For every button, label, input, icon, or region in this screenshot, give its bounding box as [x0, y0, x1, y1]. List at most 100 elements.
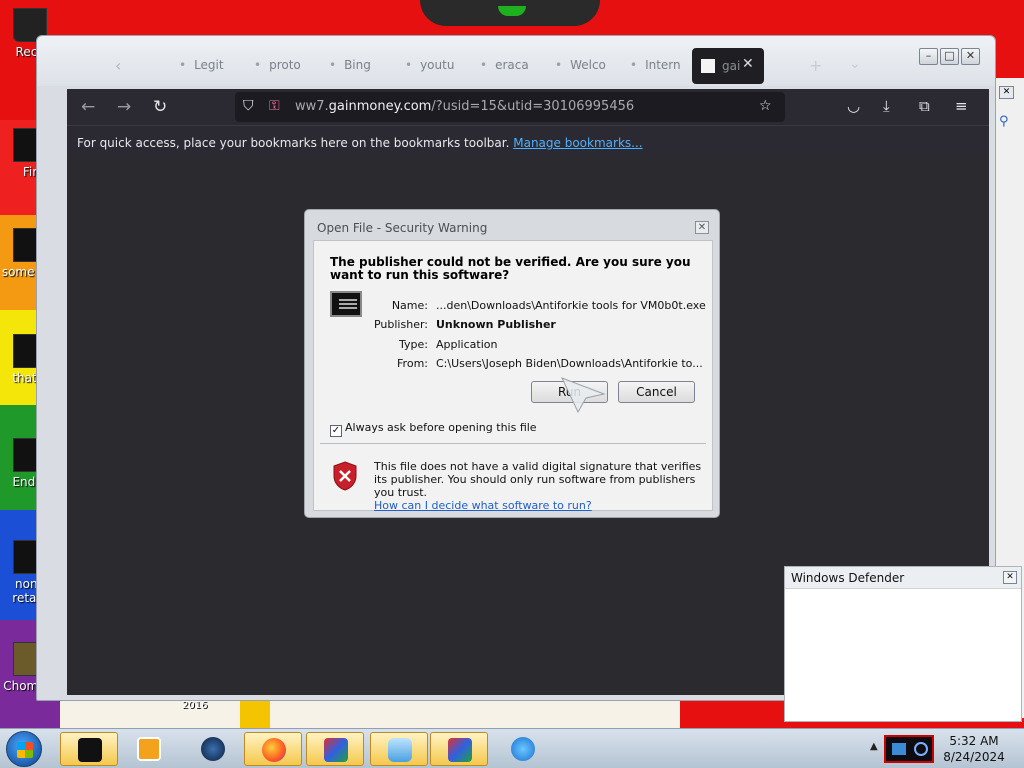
shield-icon[interactable]: ⛉ — [243, 98, 254, 114]
tab-favicon-icon: • — [405, 58, 413, 72]
minimize-button[interactable]: – — [919, 48, 938, 65]
firefox-icon — [262, 738, 286, 762]
tab-3[interactable]: • Bing — [329, 58, 371, 72]
menu-icon[interactable]: ≡ — [955, 97, 968, 115]
url-text: ww7.gainmoney.com/?usid=15&utid=30106995… — [295, 99, 634, 114]
app-icon — [78, 738, 102, 762]
dialog-body: The publisher could not be verified. Are… — [313, 240, 713, 512]
tab-4[interactable]: • youtu — [405, 58, 454, 72]
signature-note: This file does not have a valid digital … — [374, 460, 704, 512]
info-key: From: — [397, 357, 428, 370]
defender-title-bar: Windows Defender ✕ — [785, 567, 1021, 589]
wallpaper-shape — [60, 700, 680, 730]
divider — [320, 443, 706, 444]
back-arrow-icon[interactable]: ← — [81, 97, 95, 117]
download-icon[interactable]: ⤓ — [883, 97, 890, 115]
system-clock[interactable]: 5:32 AM 8/24/2024 — [934, 733, 1014, 765]
info-key: Type: — [399, 338, 428, 351]
network-icon[interactable] — [892, 743, 906, 755]
tab-1[interactable]: • Legit — [179, 58, 224, 72]
taskbar-app-7[interactable] — [430, 732, 488, 766]
tab-label: Bing — [344, 58, 371, 72]
info-value: ...den\Downloads\Antiforkie tools for VM… — [436, 299, 706, 312]
lock-warning-icon[interactable]: ⚿ — [269, 98, 280, 114]
wallpaper-shape — [240, 700, 270, 730]
chevron-down-icon[interactable]: ⌄ — [849, 56, 861, 72]
globe-icon — [201, 737, 225, 761]
tab-label: Welco — [570, 58, 606, 72]
tab-favicon-icon: • — [480, 58, 488, 72]
window-app-icon — [388, 738, 412, 762]
info-value: Unknown Publisher — [436, 318, 556, 331]
page-favicon-icon — [701, 59, 715, 73]
clock-time: 5:32 AM — [949, 734, 999, 748]
show-hidden-icons-icon[interactable]: ▲ — [870, 741, 878, 752]
new-tab-icon[interactable]: + — [809, 56, 822, 75]
checkbox-label: Always ask before opening this file — [345, 421, 537, 434]
always-ask-checkbox[interactable]: ✓ — [330, 425, 342, 437]
tab-favicon-icon: • — [329, 58, 337, 72]
tab-6[interactable]: • Welco — [555, 58, 606, 72]
security-shield-icon — [333, 461, 357, 491]
taskbar-app-3[interactable] — [184, 732, 242, 766]
search-icon[interactable]: ⚲ — [999, 114, 1009, 129]
window-controls: – □ ✕ — [919, 48, 982, 65]
forward-arrow-icon[interactable]: → — [117, 97, 131, 117]
extensions-icon[interactable]: ⧉ — [919, 97, 930, 115]
tab-label: gai — [722, 59, 741, 73]
nav-toolbar: ← → ↻ ⛉ ⚿ ww7.gainmoney.com/?usid=15&uti… — [67, 89, 989, 125]
taskbar-app-firefox[interactable] — [244, 732, 302, 766]
tab-7[interactable]: • Intern — [630, 58, 681, 72]
taskbar-app-2[interactable] — [120, 732, 178, 766]
warning-heading: The publisher could not be verified. Are… — [330, 255, 691, 282]
media-player-icon — [137, 737, 161, 761]
taskbar-app-5[interactable] — [306, 732, 364, 766]
windows-defender-window: Windows Defender ✕ — [784, 566, 1022, 722]
url-prefix: ww7. — [295, 99, 329, 114]
bookmarks-hint: For quick access, place your bookmarks h… — [77, 136, 510, 150]
pocket-icon[interactable]: ◡ — [847, 97, 860, 115]
manage-bookmarks-link[interactable]: Manage bookmarks... — [513, 136, 642, 150]
maximize-button[interactable]: □ — [940, 48, 959, 65]
clock-date: 8/24/2024 — [943, 750, 1005, 764]
tab-label: Intern — [645, 58, 681, 72]
mouse-cursor — [561, 377, 606, 414]
taskbar: ▲ 5:32 AM 8/24/2024 — [0, 728, 1024, 768]
tab-favicon-icon: • — [555, 58, 563, 72]
star-icon[interactable]: ☆ — [759, 98, 772, 114]
cube-icon — [324, 738, 348, 762]
close-icon[interactable]: ✕ — [695, 221, 709, 234]
url-host: gainmoney.com — [328, 99, 432, 114]
tray-icons[interactable] — [884, 735, 934, 763]
dialog-title: Open File - Security Warning — [317, 221, 488, 235]
tab-2[interactable]: • proto — [254, 58, 301, 72]
reload-icon[interactable]: ↻ — [153, 97, 167, 117]
taskbar-app-ie[interactable] — [494, 732, 552, 766]
tab-strip: ‹ • Legit • proto • Bing • youtu • eraca • Wel… — [37, 36, 995, 86]
always-ask-row: ✓ Always ask before opening this file — [330, 421, 537, 437]
taskbar-app-6[interactable] — [370, 732, 428, 766]
bookmarks-toolbar: For quick access, place your bookmarks h… — [67, 125, 989, 157]
tab-label: Legit — [194, 58, 224, 72]
close-icon[interactable]: ✕ — [999, 86, 1014, 99]
close-icon[interactable]: ✕ — [1003, 571, 1017, 584]
info-key: Name: — [391, 299, 428, 312]
defender-title: Windows Defender — [791, 571, 905, 585]
chevron-left-icon[interactable]: ‹ — [115, 56, 121, 75]
security-warning-dialog: Open File - Security Warning ✕ The publi… — [304, 209, 720, 518]
start-button[interactable] — [6, 731, 42, 767]
tab-5[interactable]: • eraca — [480, 58, 529, 72]
taskbar-app-1[interactable] — [60, 732, 118, 766]
defender-tray-icon[interactable] — [914, 742, 928, 756]
help-link[interactable]: How can I decide what software to run? — [374, 499, 704, 512]
tab-active[interactable]: gai ✕ — [692, 48, 764, 84]
tab-favicon-icon: • — [254, 58, 262, 72]
close-window-button[interactable]: ✕ — [961, 48, 980, 65]
tab-label: eraca — [495, 58, 529, 72]
desktop-icon-label: Fir — [22, 165, 38, 179]
cancel-button[interactable]: Cancel — [618, 381, 695, 403]
tab-label: proto — [269, 58, 301, 72]
close-tab-icon[interactable]: ✕ — [742, 56, 754, 72]
url-bar[interactable]: ⛉ ⚿ ww7.gainmoney.com/?usid=15&utid=3010… — [235, 92, 785, 122]
wallpaper-text: 2016 — [182, 700, 208, 711]
